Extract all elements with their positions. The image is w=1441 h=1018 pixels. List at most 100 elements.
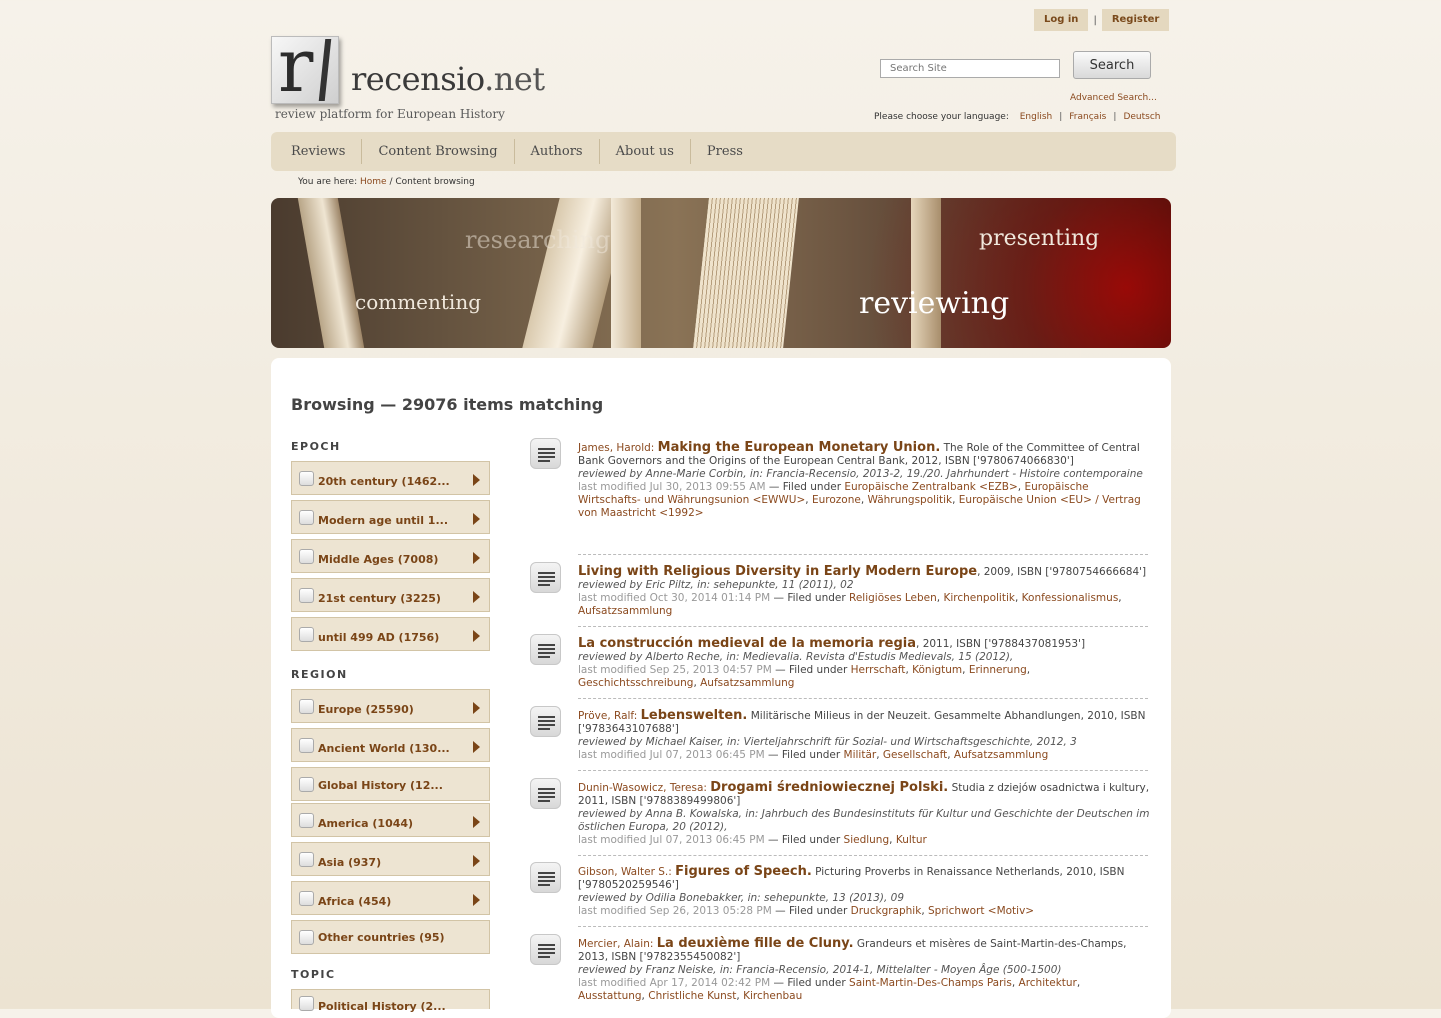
advanced-search-link[interactable]: Advanced Search... [1070, 93, 1157, 103]
language-french[interactable]: Français [1069, 112, 1106, 122]
facet-epoch-item[interactable]: 21st century (3225) [291, 578, 490, 612]
facet-checkbox[interactable] [299, 627, 314, 642]
result-title[interactable]: Lebenswelten. [641, 708, 748, 723]
facet-epoch-item[interactable]: until 499 AD (1756) [291, 617, 490, 651]
document-icon [530, 934, 561, 965]
result-tag[interactable]: Architektur [1019, 977, 1077, 989]
expand-arrow-icon[interactable] [473, 702, 480, 714]
result-author[interactable]: Pröve, Ralf: [578, 710, 637, 722]
document-icon [530, 706, 561, 737]
page-title: Browsing — 29076 items matching [291, 395, 604, 414]
result-tag[interactable]: Königtum [912, 664, 962, 676]
result-tag[interactable]: Aufsatzsammlung [700, 677, 794, 689]
search-input[interactable] [880, 59, 1060, 78]
facet-epoch-item[interactable]: Middle Ages (7008) [291, 539, 490, 573]
facet-region-item[interactable]: Global History (12... [291, 767, 490, 801]
result-tag[interactable]: Konfessionalismus [1022, 592, 1119, 604]
facet-epoch-item[interactable]: 20th century (1462... [291, 461, 490, 495]
banner-book-page [611, 198, 641, 348]
language-german[interactable]: Deutsch [1123, 112, 1160, 122]
nav-content-browsing[interactable]: Content Browsing [362, 139, 515, 164]
facet-checkbox[interactable] [299, 699, 314, 714]
result-tag[interactable]: Gesellschaft [883, 749, 947, 761]
facet-label: Political History (2... [318, 1000, 446, 1013]
nav-authors[interactable]: Authors [515, 139, 600, 164]
result-tag[interactable]: Geschichtsschreibung [578, 677, 693, 689]
result-author[interactable]: Dunin-Wasowicz, Teresa: [578, 782, 707, 794]
result-author[interactable]: James, Harold: [578, 442, 654, 454]
facet-region-item[interactable]: Europe (25590) [291, 689, 490, 723]
result-tag[interactable]: Aufsatzsammlung [578, 605, 672, 617]
language-english[interactable]: English [1020, 112, 1053, 122]
facet-label: Modern age until 1... [318, 514, 448, 527]
search-button[interactable]: Search [1073, 51, 1151, 79]
breadcrumb-sep: / [389, 177, 393, 187]
facet-region-item[interactable]: Africa (454) [291, 881, 490, 915]
nav-reviews[interactable]: Reviews [271, 139, 363, 164]
result-tag[interactable]: Saint-Martin-Des-Champs Paris [849, 977, 1012, 989]
expand-arrow-icon[interactable] [473, 816, 480, 828]
result-tag[interactable]: Erinnerung [969, 664, 1027, 676]
result-author[interactable]: Gibson, Walter S.: [578, 866, 672, 878]
result-tag[interactable]: Militär [844, 749, 877, 761]
expand-arrow-icon[interactable] [473, 591, 480, 603]
result-details: , 2009, ISBN ['9780754666684'] [977, 566, 1147, 578]
result-tag[interactable]: Religiöses Leben [849, 592, 937, 604]
facet-checkbox[interactable] [299, 777, 314, 792]
facet-checkbox[interactable] [299, 588, 314, 603]
facet-checkbox[interactable] [299, 510, 314, 525]
facet-topic-item[interactable]: Political History (2... [291, 989, 490, 1013]
expand-arrow-icon[interactable] [473, 894, 480, 906]
facet-checkbox[interactable] [299, 471, 314, 486]
result-tag[interactable]: Eurozone [812, 494, 861, 506]
result-tag[interactable]: Siedlung [844, 834, 890, 846]
facet-region-item[interactable]: America (1044) [291, 803, 490, 837]
result-tag[interactable]: Aufsatzsammlung [954, 749, 1048, 761]
expand-arrow-icon[interactable] [473, 474, 480, 486]
facet-region-item[interactable]: Asia (937) [291, 842, 490, 876]
result-tag[interactable]: Kirchenbau [743, 990, 802, 1002]
facet-label: 20th century (1462... [318, 475, 450, 488]
result-tag[interactable]: Europäische Zentralbank <EZB> [844, 481, 1017, 493]
result-text: Gibson, Walter S.: Figures of Speech. Pi… [578, 864, 1125, 917]
expand-arrow-icon[interactable] [473, 513, 480, 525]
facet-checkbox[interactable] [299, 549, 314, 564]
login-button[interactable]: Log in [1034, 9, 1089, 31]
facet-checkbox[interactable] [299, 891, 314, 906]
nav-press[interactable]: Press [691, 139, 759, 164]
result-tag[interactable]: Kultur [896, 834, 927, 846]
facet-label: Global History (12... [318, 779, 443, 792]
facet-checkbox[interactable] [299, 813, 314, 828]
result-title[interactable]: Making the European Monetary Union. [658, 440, 941, 455]
result-title[interactable]: Living with Religious Diversity in Early… [578, 564, 977, 579]
facet-region-item[interactable]: Ancient World (130... [291, 728, 490, 762]
result-tag[interactable]: Druckgraphik [851, 905, 922, 917]
breadcrumb-home[interactable]: Home [360, 177, 387, 187]
result-tag[interactable]: Ausstattung [578, 990, 642, 1002]
facet-region-item[interactable]: Other countries (95) [291, 920, 490, 954]
expand-arrow-icon[interactable] [473, 630, 480, 642]
facet-checkbox[interactable] [299, 738, 314, 753]
facet-checkbox[interactable] [299, 852, 314, 867]
logo-tagline: review platform for European History [275, 107, 505, 121]
expand-arrow-icon[interactable] [473, 552, 480, 564]
result-tag[interactable]: Kirchenpolitik [943, 592, 1014, 604]
site-logo[interactable]: r recensio.net review platform for Europ… [271, 23, 571, 126]
register-button[interactable]: Register [1101, 9, 1170, 31]
result-tag[interactable]: Christliche Kunst [648, 990, 736, 1002]
result-title[interactable]: La deuxième fille de Cluny. [657, 936, 854, 951]
nav-about-us[interactable]: About us [600, 139, 691, 164]
result-title[interactable]: Drogami średniowiecznej Polski. [710, 780, 948, 795]
facet-epoch-item[interactable]: Modern age until 1... [291, 500, 490, 534]
result-author[interactable]: Mercier, Alain: [578, 938, 653, 950]
result-tag[interactable]: Herrschaft [851, 664, 906, 676]
expand-arrow-icon[interactable] [473, 741, 480, 753]
result-title[interactable]: La construcción medieval de la memoria r… [578, 636, 916, 651]
logo-tld: .net [484, 60, 545, 98]
result-title[interactable]: Figures of Speech. [675, 864, 812, 879]
facet-checkbox[interactable] [299, 930, 314, 945]
result-text: La construcción medieval de la memoria r… [578, 636, 1086, 689]
result-tag[interactable]: Währungspolitik [868, 494, 953, 506]
expand-arrow-icon[interactable] [473, 855, 480, 867]
result-tag[interactable]: Sprichwort <Motiv> [928, 905, 1034, 917]
